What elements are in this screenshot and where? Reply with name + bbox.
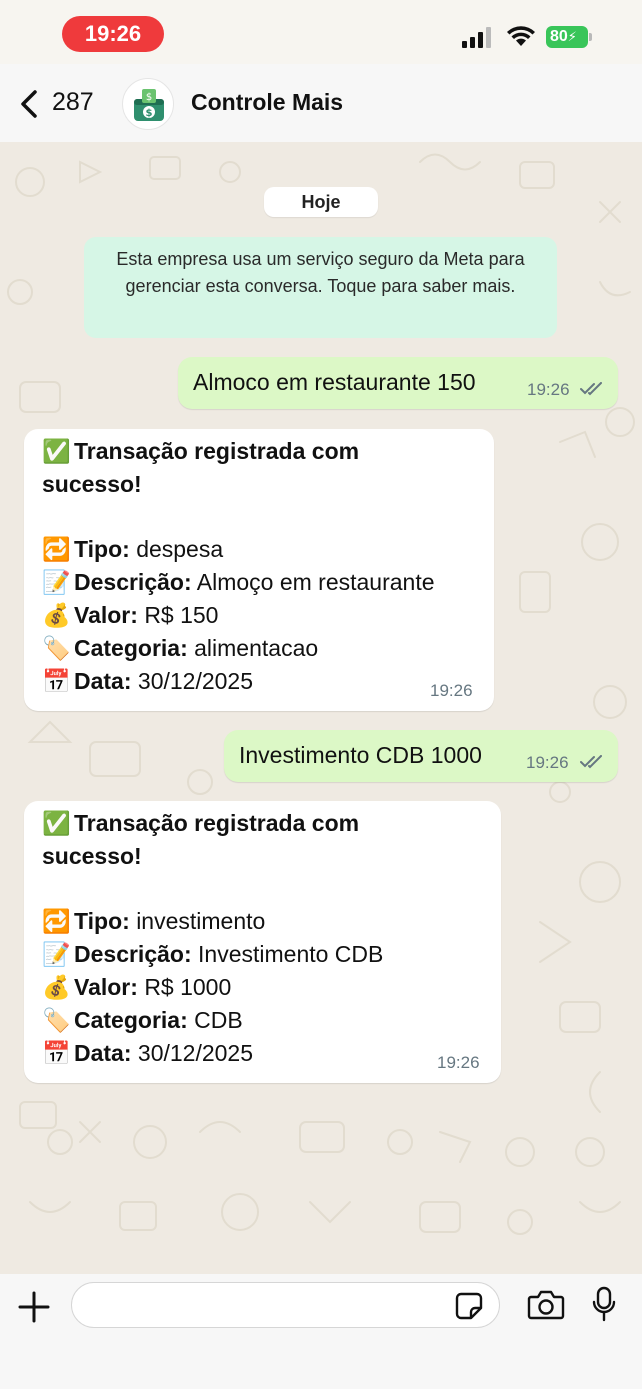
data-row: 📅 Data: 30/12/2025 xyxy=(42,665,480,698)
read-ticks-icon xyxy=(580,755,602,769)
wallet-money-icon: $ $ xyxy=(134,89,164,121)
repeat-icon: 🔁 xyxy=(42,908,71,934)
chat-header: 287 $ $ Controle Mais xyxy=(0,64,642,142)
memo-icon: 📝 xyxy=(42,941,71,967)
sticker-icon[interactable] xyxy=(455,1292,483,1320)
moneybag-icon: 💰 xyxy=(42,974,71,1000)
back-chevron-icon[interactable] xyxy=(18,89,40,119)
composer-bar xyxy=(0,1274,642,1389)
categoria-row: 🏷️ Categoria: CDB xyxy=(42,1004,487,1037)
message-time: 19:26 xyxy=(437,1053,480,1072)
microphone-icon[interactable] xyxy=(592,1286,616,1322)
valor-row: 💰 Valor: R$ 150 xyxy=(42,599,480,632)
descricao-row: 📝 Descrição: Investimento CDB xyxy=(42,938,487,971)
message-outgoing[interactable]: Investimento CDB 1000 19:26 xyxy=(224,730,618,782)
battery-indicator: 80⚡ xyxy=(546,26,588,48)
contact-name[interactable]: Controle Mais xyxy=(191,89,343,116)
svg-text:$: $ xyxy=(146,108,153,119)
svg-text:$: $ xyxy=(146,92,152,103)
unread-count[interactable]: 287 xyxy=(52,88,94,117)
camera-icon[interactable] xyxy=(527,1290,565,1320)
message-incoming[interactable]: ✅ Transação registrada com sucesso! 🔁 Tipo… xyxy=(24,801,501,1083)
calendar-icon: 📅 xyxy=(42,668,71,694)
tipo-row: 🔁 Tipo: investimento xyxy=(42,905,487,938)
cellular-signal-icon xyxy=(462,27,491,48)
message-outgoing[interactable]: Almoco em restaurante 150 19:26 xyxy=(178,357,618,409)
contact-avatar[interactable]: $ $ xyxy=(122,78,174,130)
battery-level: 80 xyxy=(550,28,568,45)
message-time: 19:26 xyxy=(527,380,570,399)
date-chip: Hoje xyxy=(264,187,378,217)
valor-row: 💰 Valor: R$ 1000 xyxy=(42,971,487,1004)
categoria-row: 🏷️ Categoria: alimentacao xyxy=(42,632,480,665)
message-text: Investimento CDB 1000 xyxy=(239,742,482,768)
tipo-row: 🔁 Tipo: despesa xyxy=(42,533,480,566)
plus-icon[interactable] xyxy=(18,1291,50,1323)
charging-bolt-icon: ⚡ xyxy=(567,29,577,44)
repeat-icon: 🔁 xyxy=(42,536,71,562)
message-incoming[interactable]: ✅ Transação registrada com sucesso! 🔁 Tipo… xyxy=(24,429,494,711)
memo-icon: 📝 xyxy=(42,569,71,595)
calendar-icon: 📅 xyxy=(42,1040,71,1066)
message-title-cont: sucesso! xyxy=(42,843,142,869)
chat-area[interactable]: Hoje Esta empresa usa um serviço seguro … xyxy=(0,142,642,1274)
message-title-cont: sucesso! xyxy=(42,471,142,497)
message-text: Almoco em restaurante 150 xyxy=(193,369,476,395)
message-title: ✅ Transação registrada com xyxy=(42,807,487,840)
message-time: 19:26 xyxy=(526,753,569,772)
moneybag-icon: 💰 xyxy=(42,602,71,628)
read-ticks-icon xyxy=(580,382,602,396)
status-bar: 19:26 80⚡ xyxy=(0,0,642,64)
check-icon: ✅ xyxy=(42,810,71,836)
check-icon: ✅ xyxy=(42,438,71,464)
tag-icon: 🏷️ xyxy=(42,1007,71,1033)
tag-icon: 🏷️ xyxy=(42,635,71,661)
message-input[interactable] xyxy=(71,1282,500,1328)
status-time: 19:26 xyxy=(62,16,164,52)
wifi-icon xyxy=(507,26,535,46)
descricao-row: 📝 Descrição: Almoço em restaurante xyxy=(42,566,480,599)
battery-nub xyxy=(589,33,592,41)
data-row: 📅 Data: 30/12/2025 xyxy=(42,1037,487,1070)
meta-security-notice[interactable]: Esta empresa usa um serviço seguro da Me… xyxy=(84,237,557,338)
message-title: ✅ Transação registrada com xyxy=(42,435,480,468)
message-time: 19:26 xyxy=(430,681,473,700)
